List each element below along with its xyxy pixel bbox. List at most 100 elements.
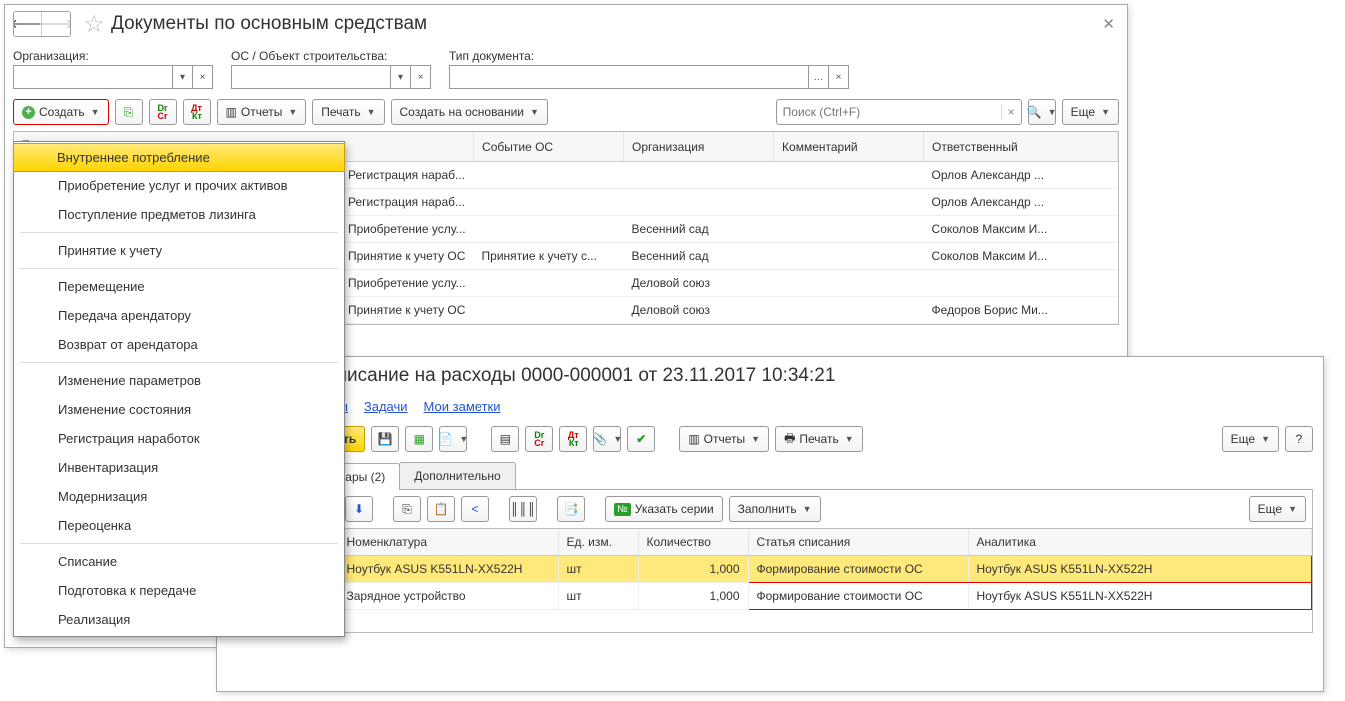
org-input[interactable] bbox=[13, 65, 173, 89]
document-toolbar: Провести и закрыть 💾 ▦ 📄▼ ▤ DrCr ДтКт 📎▼… bbox=[217, 420, 1323, 458]
search-button[interactable]: 🔍 ▼ bbox=[1028, 99, 1056, 125]
os-dropdown-icon[interactable]: ▾ bbox=[391, 65, 411, 89]
specify-series-button[interactable]: № Указать серии bbox=[605, 496, 723, 522]
search-input[interactable] bbox=[777, 105, 1001, 119]
doctype-input[interactable] bbox=[449, 65, 809, 89]
nav-links: Основное Файлы Задачи Мои заметки bbox=[217, 395, 1323, 420]
col-analytics[interactable]: Аналитика bbox=[968, 529, 1312, 556]
clipboard-button[interactable]: 📑 bbox=[557, 496, 585, 522]
menu-item[interactable]: Изменение параметров bbox=[14, 366, 344, 395]
drcr-button[interactable]: DrCr bbox=[525, 426, 553, 452]
org-dropdown-icon[interactable]: ▾ bbox=[173, 65, 193, 89]
menu-item[interactable]: Переоценка bbox=[14, 511, 344, 540]
paste-rows-button[interactable]: 📋 bbox=[427, 496, 455, 522]
org-clear-icon[interactable]: × bbox=[193, 65, 213, 89]
chevron-down-icon: ▼ bbox=[288, 107, 297, 117]
col-comment[interactable]: Комментарий bbox=[774, 132, 924, 162]
os-input[interactable] bbox=[231, 65, 391, 89]
menu-item[interactable]: Модернизация bbox=[14, 482, 344, 511]
drcr-button[interactable]: DrCr bbox=[149, 99, 177, 125]
menu-item[interactable]: Списание bbox=[14, 547, 344, 576]
copy-button[interactable]: ⎘ bbox=[115, 99, 143, 125]
close-icon[interactable]: ✕ bbox=[1098, 11, 1119, 37]
print-button[interactable]: 🖶 Печать ▼ bbox=[775, 426, 863, 452]
menu-item[interactable]: Регистрация наработок bbox=[14, 424, 344, 453]
share-button[interactable]: < bbox=[461, 496, 489, 522]
window-title: Списание на расходы 0000-000001 от 23.11… bbox=[323, 365, 1315, 387]
col-article[interactable]: Статья списания bbox=[748, 529, 968, 556]
search-clear-icon[interactable]: × bbox=[1001, 105, 1021, 119]
chevron-down-icon: ▼ bbox=[803, 504, 812, 514]
chevron-down-icon: ▼ bbox=[1261, 434, 1270, 444]
col-resp[interactable]: Ответственный bbox=[924, 132, 1118, 162]
series-label: Указать серии bbox=[635, 502, 714, 516]
col-unit[interactable]: Ед. изм. bbox=[558, 529, 638, 556]
fill-label: Заполнить bbox=[738, 502, 797, 516]
attach-button[interactable]: 📎▼ bbox=[593, 426, 621, 452]
create-based-button[interactable]: Создать на основании ▼ bbox=[391, 99, 548, 125]
create-label: Создать bbox=[39, 105, 85, 119]
dtkt-button[interactable]: ДтКт bbox=[183, 99, 211, 125]
create-dropdown-menu: Внутреннее потреблениеПриобретение услуг… bbox=[13, 141, 345, 637]
approve-button[interactable]: ✔ bbox=[627, 426, 655, 452]
col-qty[interactable]: Количество bbox=[638, 529, 748, 556]
os-label: ОС / Объект строительства: bbox=[231, 49, 431, 63]
writeoff-window: 🡐 🡒 ☆ Списание на расходы 0000-000001 от… bbox=[216, 356, 1324, 692]
more-button[interactable]: Еще ▼ bbox=[1062, 99, 1119, 125]
nav-buttons: 🡐 🡒 bbox=[13, 11, 71, 37]
col-event[interactable]: Событие ОС bbox=[474, 132, 624, 162]
post-button[interactable]: ▦ bbox=[405, 426, 433, 452]
move-down-button[interactable]: ⬇ bbox=[345, 496, 373, 522]
barcode-button[interactable]: ║║║ bbox=[509, 496, 537, 522]
col-org[interactable]: Организация bbox=[624, 132, 774, 162]
reports-label: Отчеты bbox=[704, 432, 745, 446]
menu-item[interactable]: Подготовка к передаче bbox=[14, 576, 344, 605]
menu-item[interactable]: Перемещение bbox=[14, 272, 344, 301]
doctype-clear-icon[interactable]: × bbox=[829, 65, 849, 89]
favorite-star-icon[interactable]: ☆ bbox=[83, 13, 105, 35]
doctype-label: Тип документа: bbox=[449, 49, 849, 63]
os-clear-icon[interactable]: × bbox=[411, 65, 431, 89]
filters: Организация: ▾ × ОС / Объект строительст… bbox=[5, 43, 1127, 93]
table-row[interactable]: 2Зарядное устройствошт1,000Формирование … bbox=[228, 583, 1312, 610]
fill-button[interactable]: Заполнить ▼ bbox=[729, 496, 821, 522]
table-row[interactable]: 1Ноутбук ASUS K551LN-XX522Hшт1,000Формир… bbox=[228, 556, 1312, 583]
reports-button[interactable]: ▥ Отчеты ▼ bbox=[679, 426, 769, 452]
goods-grid[interactable]: N Номенклатура Ед. изм. Количество Стать… bbox=[227, 529, 1313, 633]
copy-rows-button[interactable]: ⎘ bbox=[393, 496, 421, 522]
more-label: Еще bbox=[1258, 502, 1282, 516]
menu-item[interactable]: Принятие к учету bbox=[14, 236, 344, 265]
menu-item[interactable]: Поступление предметов лизинга bbox=[14, 200, 344, 229]
more-button[interactable]: Еще ▼ bbox=[1249, 496, 1306, 522]
create-button[interactable]: + Создать ▼ bbox=[13, 99, 109, 125]
structure-button[interactable]: ▤ bbox=[491, 426, 519, 452]
print-label: Печать bbox=[321, 105, 360, 119]
link-notes[interactable]: Мои заметки bbox=[424, 399, 501, 414]
menu-item[interactable]: Внутреннее потребление bbox=[13, 143, 345, 172]
menu-item[interactable]: Приобретение услуг и прочих активов bbox=[14, 171, 344, 200]
save-button[interactable]: 💾 bbox=[371, 426, 399, 452]
more-button[interactable]: Еще ▼ bbox=[1222, 426, 1279, 452]
menu-separator bbox=[20, 232, 338, 233]
create-based-icon-button[interactable]: 📄▼ bbox=[439, 426, 467, 452]
tab-extra[interactable]: Дополнительно bbox=[399, 462, 515, 489]
chevron-down-icon: ▼ bbox=[751, 434, 760, 444]
tabs: Основное Товары (2) Дополнительно bbox=[227, 462, 1313, 490]
link-tasks[interactable]: Задачи bbox=[364, 399, 408, 414]
menu-item[interactable]: Реализация bbox=[14, 605, 344, 634]
menu-item[interactable]: Передача арендатору bbox=[14, 301, 344, 330]
col-nomen[interactable]: Номенклатура bbox=[338, 529, 558, 556]
dtkt-button[interactable]: ДтКт bbox=[559, 426, 587, 452]
menu-separator bbox=[20, 543, 338, 544]
main-toolbar: + Создать ▼ ⎘ DrCr ДтКт ▥ Отчеты ▼ Печат… bbox=[5, 93, 1127, 131]
menu-item[interactable]: Возврат от арендатора bbox=[14, 330, 344, 359]
reports-button[interactable]: ▥ Отчеты ▼ bbox=[217, 99, 307, 125]
chevron-down-icon: ▼ bbox=[530, 107, 539, 117]
report-icon: ▥ bbox=[688, 432, 699, 446]
help-button[interactable]: ? bbox=[1285, 426, 1313, 452]
doctype-more-icon[interactable]: … bbox=[809, 65, 829, 89]
print-button[interactable]: Печать ▼ bbox=[312, 99, 384, 125]
menu-item[interactable]: Изменение состояния bbox=[14, 395, 344, 424]
menu-item[interactable]: Инвентаризация bbox=[14, 453, 344, 482]
forward-button[interactable]: 🡒 bbox=[42, 12, 70, 36]
